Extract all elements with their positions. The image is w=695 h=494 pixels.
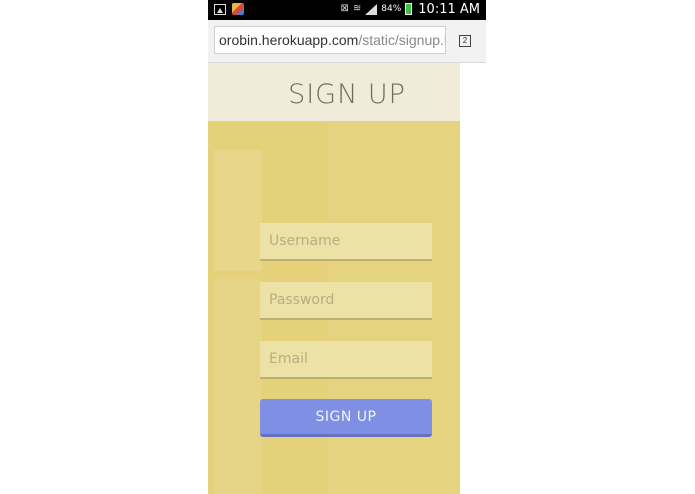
signup-button[interactable]: SIGN UP bbox=[260, 399, 432, 437]
password-input[interactable] bbox=[260, 282, 432, 320]
url-path: /static/signup.l bbox=[358, 32, 446, 48]
page-right-margin bbox=[460, 63, 486, 494]
browser-toolbar: orobin.herokuapp.com/static/signup.l 2 bbox=[208, 20, 486, 63]
battery-percent: 84% bbox=[381, 4, 402, 14]
image-icon bbox=[214, 3, 226, 15]
username-input[interactable] bbox=[260, 223, 432, 261]
signal-icon bbox=[365, 3, 378, 15]
signup-form: SIGN UP bbox=[208, 121, 460, 494]
nfc-icon: ⊠ bbox=[340, 3, 349, 14]
background-panel bbox=[214, 279, 262, 494]
status-bar: ⊠ ≋ 84% 10:11 AM bbox=[208, 0, 486, 20]
url-host: orobin.herokuapp.com bbox=[219, 32, 359, 48]
email-input[interactable] bbox=[260, 341, 432, 379]
store-icon bbox=[232, 3, 244, 15]
page-header: SIGN UP bbox=[208, 63, 460, 121]
tab-count-button[interactable]: 2 bbox=[459, 35, 471, 47]
battery-icon bbox=[405, 3, 413, 15]
status-left-icons bbox=[214, 3, 244, 15]
clock: 10:11 AM bbox=[418, 1, 480, 17]
page-title: SIGN UP bbox=[288, 79, 406, 110]
background-panel bbox=[214, 150, 262, 271]
url-field[interactable]: orobin.herokuapp.com/static/signup.l bbox=[214, 26, 446, 54]
status-right-icons: ⊠ ≋ 84% 10:11 AM bbox=[340, 1, 480, 17]
wifi-icon: ≋ bbox=[352, 3, 362, 14]
phone-screen: ⊠ ≋ 84% 10:11 AM orobin.herokuapp.com/st… bbox=[208, 0, 486, 494]
